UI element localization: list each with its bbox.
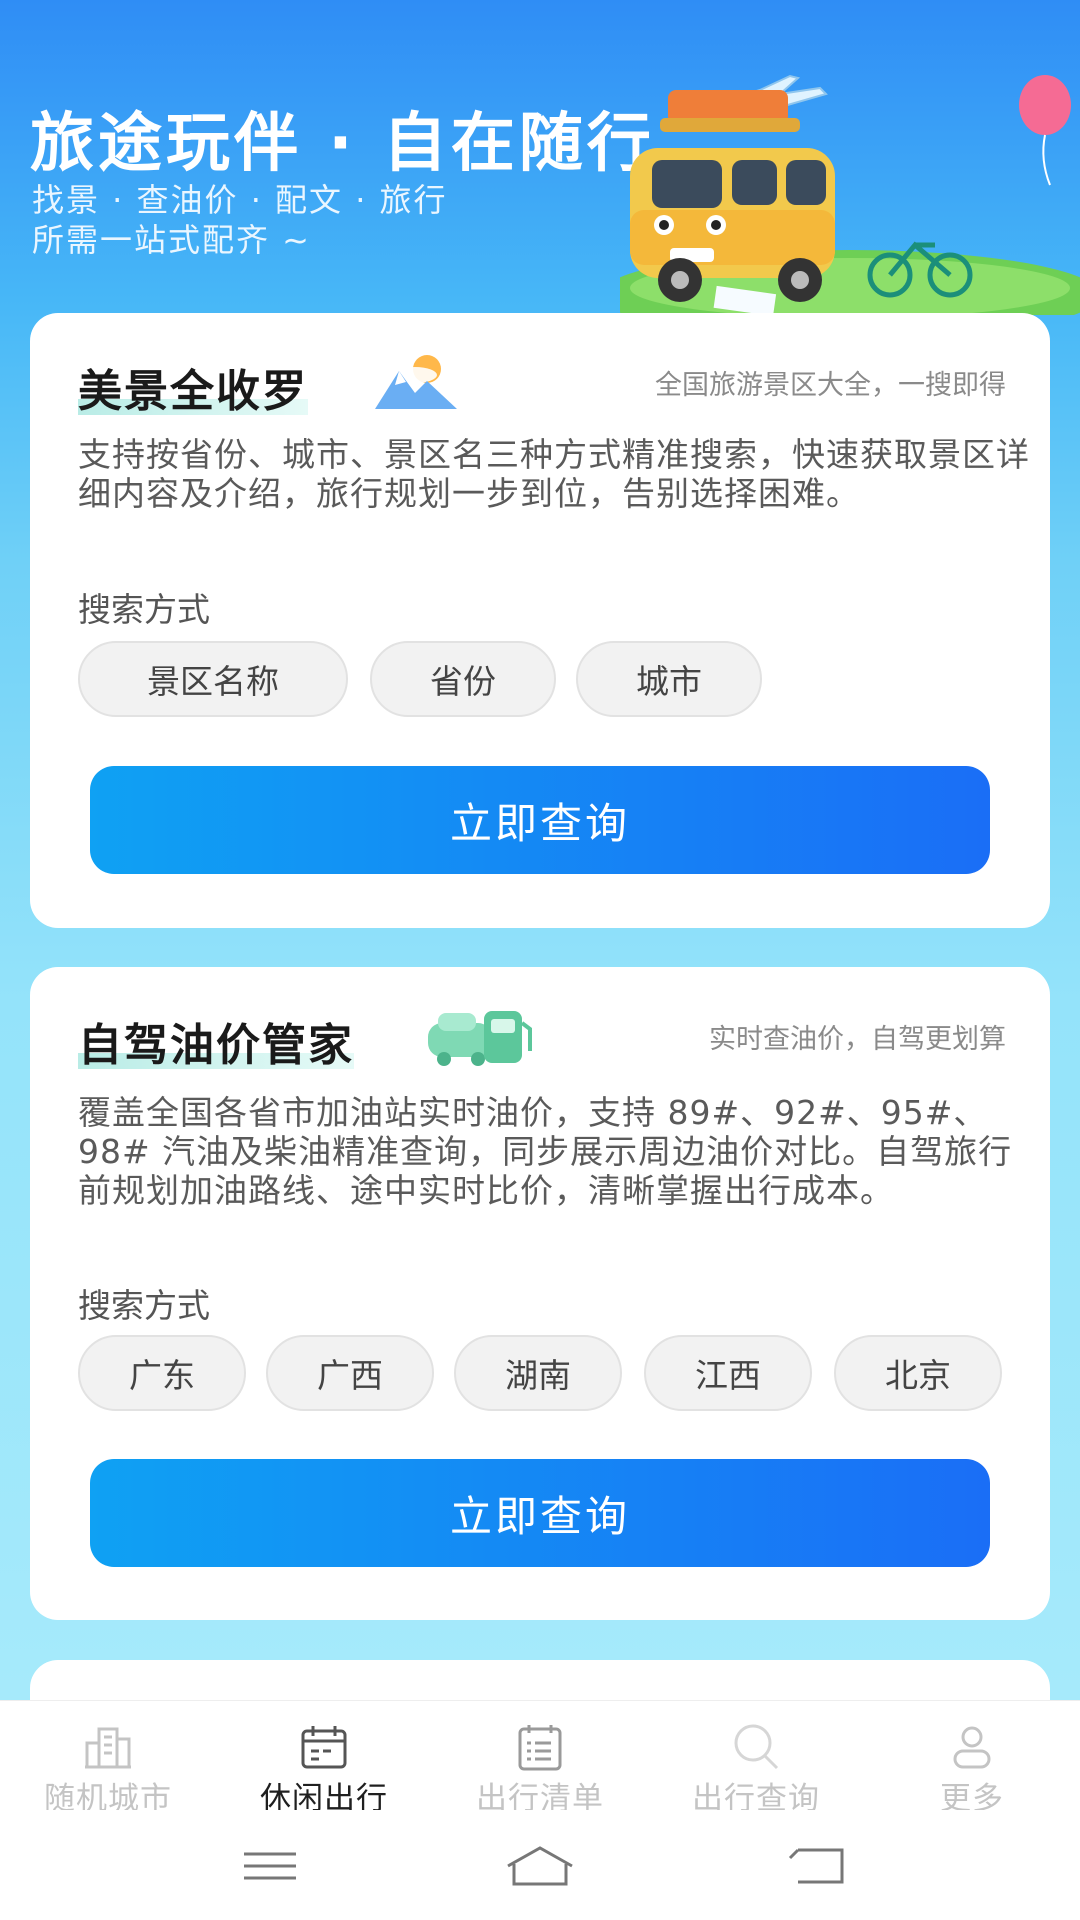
calendar-icon [301,1726,347,1769]
checklist-icon [518,1725,562,1771]
tab-leisure-travel[interactable]: 休闲出行 [216,1701,432,1817]
tab-travel-query[interactable]: 出行查询 [648,1701,864,1817]
tab-random-city[interactable]: 随机城市 [0,1701,216,1817]
chip-beijing[interactable]: 北京 [834,1335,1002,1411]
chip-guangxi[interactable]: 广西 [266,1335,434,1411]
scenic-search-card: 美景全收罗 全国旅游景区大全，一搜即得 支持按省份、城市、景区名三种方式精准搜索… [30,313,1050,928]
card-title-wrap: 自驾油价管家 [78,1009,354,1073]
card-description: 支持按省份、城市、景区名三种方式精准搜索，快速获取景区详细内容及介绍，旅行规划一… [78,435,1030,513]
city-buildings-icon [85,1727,131,1769]
fuel-price-card: 自驾油价管家 实时查油价，自驾更划算 覆盖全国各省市加油站实时油价，支持 89#… [30,967,1050,1620]
hero-subtitle: 找景 · 查油价 · 配文 · 旅行 所需一站式配齐 ~ [32,180,448,260]
mountain-sun-icon [375,355,457,409]
menu-icon[interactable] [230,1838,310,1894]
card-title-wrap: 美景全收罗 [78,355,308,419]
card-title: 美景全收罗 [78,366,308,417]
chip-hunan[interactable]: 湖南 [454,1335,622,1411]
back-icon[interactable] [780,1838,860,1894]
hero-title: 旅途玩伴 · 自在随行 [30,107,655,181]
user-icon [953,1726,991,1769]
chip-guangdong[interactable]: 广东 [78,1335,246,1411]
hero-subtitle-line1: 找景 · 查油价 · 配文 · 旅行 [32,181,448,219]
system-navigation-bar [0,1810,1080,1920]
chip-jiangxi[interactable]: 江西 [644,1335,812,1411]
chip-city[interactable]: 城市 [576,641,762,717]
search-method-label: 搜索方式 [78,1286,210,1325]
next-card-partial [30,1660,1050,1700]
bottom-tab-bar: 随机城市 休闲出行 出行清单 出行查询 更多 [0,1700,1080,1817]
hero-van-illustration [620,74,1080,315]
tab-travel-list[interactable]: 出行清单 [432,1701,648,1817]
query-now-button[interactable]: 立即查询 [90,766,990,874]
chip-province[interactable]: 省份 [370,641,556,717]
card-tagline: 全国旅游景区大全，一搜即得 [655,370,1006,401]
card-title: 自驾油价管家 [78,1020,354,1071]
card-description: 覆盖全国各省市加油站实时油价，支持 89#、92#、95#、98# 汽油及柴油精… [78,1093,1013,1210]
query-now-button[interactable]: 立即查询 [90,1459,990,1567]
app-screen: 旅途玩伴 · 自在随行 找景 · 查油价 · 配文 · 旅行 所需一站式配齐 ~ [0,0,1080,1700]
search-icon [734,1724,779,1770]
balloon-icon [1019,75,1071,186]
home-icon[interactable] [500,1838,580,1894]
hero-subtitle-line2: 所需一站式配齐 ~ [32,221,311,259]
card-tagline: 实时查油价，自驾更划算 [709,1024,1006,1055]
chip-scenic-name[interactable]: 景区名称 [78,641,348,717]
search-method-label: 搜索方式 [78,590,210,629]
tab-more[interactable]: 更多 [864,1701,1080,1817]
fuel-car-icon [428,1011,532,1066]
